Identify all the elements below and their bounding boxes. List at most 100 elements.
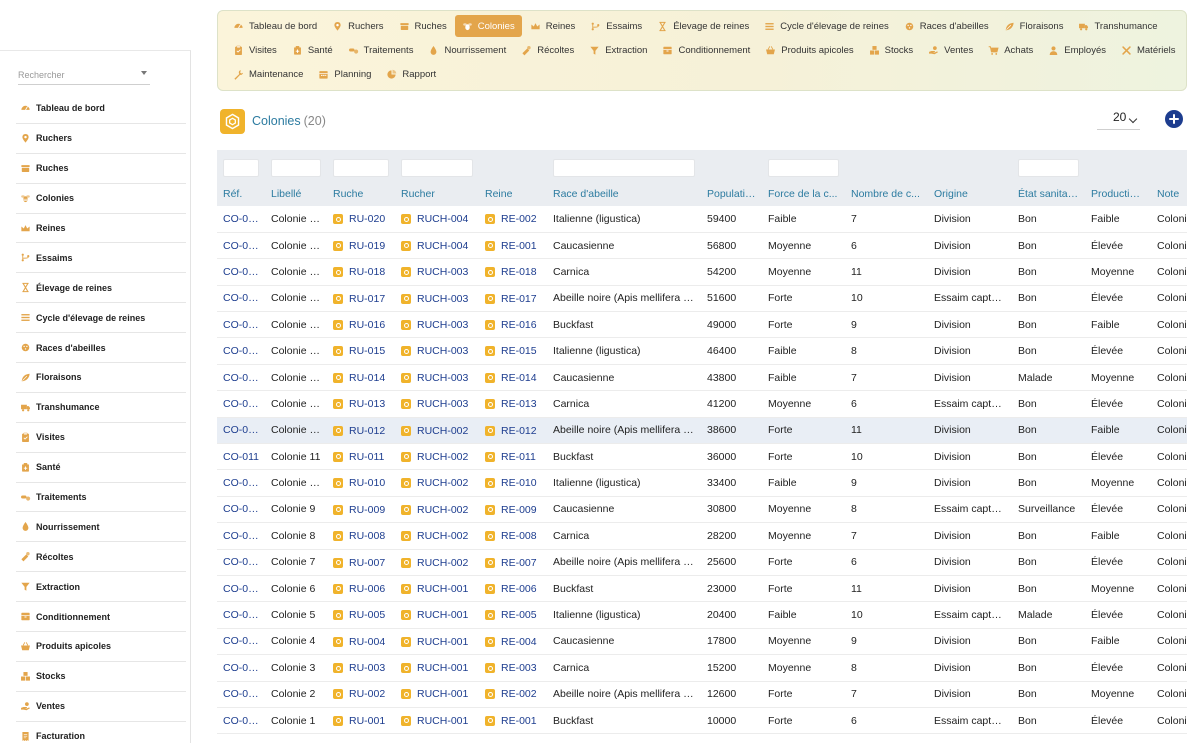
cell-ref[interactable]: CO-003 <box>217 654 265 682</box>
cell-ruche[interactable]: RU-015 <box>327 337 395 365</box>
cell-reine[interactable]: RE-016 <box>479 311 547 339</box>
reference-link[interactable]: RU-002 <box>333 688 385 700</box>
nav-tab-traitements[interactable]: Traitements <box>341 39 421 61</box>
nav-tab-stocks[interactable]: Stocks <box>862 39 921 61</box>
cell-ruche[interactable]: RU-016 <box>327 311 395 339</box>
table-row[interactable]: CO-019 Colonie 19 RU-019 RUCH-004 RE-001 Cauc… <box>217 232 1187 260</box>
reference-link[interactable]: RU-008 <box>333 530 385 542</box>
nav-tab-extraction[interactable]: Extraction <box>582 39 654 61</box>
reference-text[interactable]: RUCH-001 <box>417 715 468 727</box>
reference-text[interactable]: RE-002 <box>501 213 537 225</box>
nav-tab-tableau-de-bord[interactable]: Tableau de bord <box>226 15 324 37</box>
column-header-ref[interactable]: Réf. <box>217 182 265 206</box>
reference-link[interactable]: RUCH-001 <box>401 609 468 621</box>
reference-link[interactable]: RU-013 <box>333 398 385 410</box>
reference-text[interactable]: RU-016 <box>349 319 385 331</box>
reference-link[interactable]: RU-011 <box>333 451 384 463</box>
column-header-productivite[interactable]: Productivite <box>1085 182 1151 206</box>
cell-ref[interactable]: CO-006 <box>217 575 265 603</box>
table-row[interactable]: CO-006 Colonie 6 RU-006 RUCH-001 RE-006 Buckf… <box>217 575 1187 603</box>
cell-reine[interactable]: RE-015 <box>479 337 547 365</box>
table-row[interactable]: CO-007 Colonie 7 RU-007 RUCH-002 RE-007 Abeil… <box>217 549 1187 576</box>
cell-ref[interactable]: CO-015 <box>217 337 265 365</box>
reference-text[interactable]: RUCH-002 <box>417 557 468 569</box>
reference-text[interactable]: RUCH-002 <box>417 451 468 463</box>
reference-text[interactable]: RU-009 <box>349 504 385 516</box>
filter-input-ref[interactable] <box>223 159 259 177</box>
filter-input-etat[interactable] <box>1018 159 1079 177</box>
reference-link[interactable]: RUCH-004 <box>401 213 468 225</box>
sidebar-item-traitements[interactable]: Traitements <box>16 483 186 513</box>
reference-link[interactable]: RU-004 <box>333 636 385 648</box>
cell-rucher[interactable]: RUCH-003 <box>395 258 479 286</box>
sidebar-item-reines[interactable]: Reines <box>16 214 186 244</box>
cell-rucher[interactable]: RUCH-002 <box>395 522 479 550</box>
reference-link[interactable]: RE-007 <box>485 557 537 569</box>
reference-link[interactable]: RE-005 <box>485 609 537 621</box>
cell-rucher[interactable]: RUCH-002 <box>395 549 479 576</box>
reference-text[interactable]: RE-015 <box>501 345 537 357</box>
reference-link[interactable]: RE-013 <box>485 398 537 410</box>
cell-reine[interactable]: RE-009 <box>479 496 547 524</box>
reference-text[interactable]: RE-017 <box>501 293 537 305</box>
reference-link[interactable]: RU-017 <box>333 293 385 305</box>
nav-tab-produits-apicoles[interactable]: Produits apicoles <box>758 39 860 61</box>
column-header-cadres[interactable]: Nombre de c... <box>845 182 928 206</box>
reference-text[interactable]: RUCH-001 <box>417 636 468 648</box>
cell-reine[interactable]: RE-002 <box>479 681 547 708</box>
sidebar-item-extraction[interactable]: Extraction <box>16 572 186 603</box>
reference-link[interactable]: RU-007 <box>333 557 385 569</box>
sidebar-item-ventes[interactable]: Ventes <box>16 692 186 722</box>
table-row[interactable]: CO-001 Colonie 1 RU-001 RUCH-001 RE-001 Buckf… <box>217 707 1187 735</box>
cell-reine[interactable]: RE-002 <box>479 206 547 233</box>
nav-tab-ruchers[interactable]: Ruchers <box>325 15 390 37</box>
reference-link[interactable]: RU-006 <box>333 583 385 595</box>
cell-reine[interactable]: RE-001 <box>479 232 547 260</box>
reference-text[interactable]: RU-013 <box>349 398 385 410</box>
reference-link[interactable]: RUCH-003 <box>401 319 468 331</box>
sidebar-item-cycle-d-elevage-de-reines[interactable]: Cycle d'élevage de reines <box>16 303 186 334</box>
reference-text[interactable]: RUCH-002 <box>417 504 468 516</box>
reference-text[interactable]: RUCH-004 <box>417 240 468 252</box>
reference-link[interactable]: RU-014 <box>333 372 385 384</box>
table-row[interactable]: CO-018 Colonie 18 RU-018 RUCH-003 RE-018 Carn… <box>217 258 1187 286</box>
sidebar-item-produits-apicoles[interactable]: Produits apicoles <box>16 632 186 662</box>
colonies-table-container[interactable]: Réf. Libellé Ruche Rucher Reine Race d'abeill… <box>217 150 1187 743</box>
cell-reine[interactable]: RE-004 <box>479 628 547 656</box>
reference-link[interactable]: RU-009 <box>333 504 385 516</box>
cell-rucher[interactable]: RUCH-002 <box>395 496 479 524</box>
reference-link[interactable]: RU-020 <box>333 213 385 225</box>
cell-reine[interactable]: RE-007 <box>479 549 547 576</box>
cell-rucher[interactable]: RUCH-003 <box>395 390 479 418</box>
cell-ref[interactable]: CO-017 <box>217 285 265 313</box>
cell-ruche[interactable]: RU-020 <box>327 206 395 233</box>
sidebar-item-ruchers[interactable]: Ruchers <box>16 124 186 154</box>
reference-text[interactable]: RU-017 <box>349 293 385 305</box>
cell-rucher[interactable]: RUCH-001 <box>395 707 479 735</box>
cell-ruche[interactable]: RU-010 <box>327 469 395 497</box>
nav-tab-essaims[interactable]: Essaims <box>583 15 649 37</box>
cell-rucher[interactable]: RUCH-003 <box>395 311 479 339</box>
reference-text[interactable]: RE-018 <box>501 266 537 278</box>
table-row[interactable]: CO-009 Colonie 9 RU-009 RUCH-002 RE-009 Cauca… <box>217 496 1187 524</box>
sidebar-item-tableau-de-bord[interactable]: Tableau de bord <box>16 94 186 124</box>
reference-text[interactable]: RE-011 <box>501 451 536 463</box>
cell-ruche[interactable]: RU-009 <box>327 496 395 524</box>
sidebar-item-transhumance[interactable]: Transhumance <box>16 393 186 423</box>
reference-link[interactable]: RUCH-003 <box>401 372 468 384</box>
cell-ruche[interactable]: RU-011 <box>327 443 395 471</box>
reference-text[interactable]: RE-009 <box>501 504 537 516</box>
cell-ruche[interactable]: RU-012 <box>327 417 395 445</box>
reference-text[interactable]: RU-004 <box>349 636 385 648</box>
table-row[interactable]: CO-013 Colonie 13 RU-013 RUCH-003 RE-013 Carn… <box>217 390 1187 418</box>
sidebar-item-recoltes[interactable]: Récoltes <box>16 542 186 573</box>
cell-ref[interactable]: CO-016 <box>217 311 265 339</box>
cell-ruche[interactable]: RU-003 <box>327 654 395 682</box>
reference-text[interactable]: RU-001 <box>349 715 385 727</box>
cell-reine[interactable]: RE-008 <box>479 522 547 550</box>
reference-link[interactable]: RE-015 <box>485 345 537 357</box>
nav-tab-ventes[interactable]: Ventes <box>921 39 980 61</box>
reference-link[interactable]: RUCH-002 <box>401 451 468 463</box>
sidebar-item-facturation[interactable]: Facturation <box>16 722 186 743</box>
reference-text[interactable]: RUCH-002 <box>417 425 468 437</box>
